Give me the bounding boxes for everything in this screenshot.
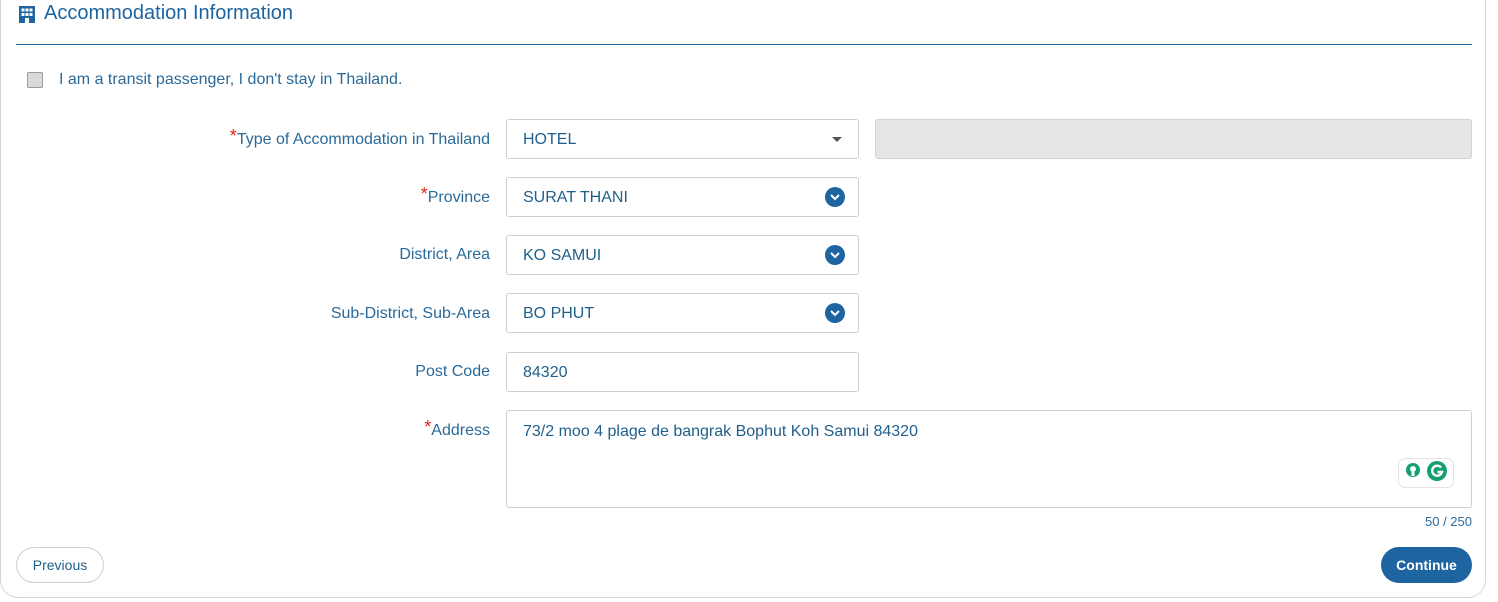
postcode-label: Post Code — [415, 363, 490, 381]
label-text: Type of Accommodation in Thailand — [236, 131, 490, 148]
label-text: Address — [431, 422, 490, 439]
subdistrict-value: BO PHUT — [523, 305, 595, 322]
required-marker: * — [420, 184, 428, 204]
required-marker: * — [229, 126, 237, 146]
district-label: District, Area — [399, 246, 490, 264]
province-label: *Province — [421, 184, 490, 207]
label-text: Province — [427, 189, 490, 206]
address-textarea[interactable]: 73/2 moo 4 plage de bangrak Bophut Koh S… — [506, 410, 1472, 508]
previous-button[interactable]: Previous — [16, 547, 104, 583]
address-value: 73/2 moo 4 plage de bangrak Bophut Koh S… — [523, 423, 918, 440]
transit-checkbox[interactable] — [27, 72, 43, 88]
accommodation-detail-disabled — [875, 119, 1472, 159]
building-icon — [18, 5, 36, 23]
lightbulb-icon[interactable] — [1404, 462, 1422, 485]
subdistrict-select[interactable]: BO PHUT — [506, 293, 859, 333]
section-header: Accommodation Information — [18, 2, 293, 25]
chevron-down-icon[interactable] — [825, 245, 845, 265]
accommodation-type-label: *Type of Accommodation in Thailand — [230, 126, 490, 149]
accommodation-type-select[interactable]: HOTEL — [506, 119, 859, 159]
chevron-down-icon[interactable] — [825, 303, 845, 323]
transit-option[interactable]: I am a transit passenger, I don't stay i… — [27, 71, 402, 89]
section-title: Accommodation Information — [44, 2, 294, 24]
postcode-input[interactable]: 84320 — [506, 352, 859, 392]
transit-label: I am a transit passenger, I don't stay i… — [59, 71, 403, 88]
label-text: Post Code — [415, 363, 490, 380]
caret-down-icon[interactable] — [832, 136, 842, 142]
grammarly-widget[interactable] — [1399, 459, 1453, 487]
district-value: KO SAMUI — [523, 247, 602, 264]
chevron-down-icon[interactable] — [825, 187, 845, 207]
address-char-counter: 50 / 250 — [1425, 514, 1472, 529]
grammarly-icon[interactable] — [1426, 460, 1448, 487]
section-divider — [16, 44, 1472, 45]
label-text: Sub-District, Sub-Area — [330, 305, 490, 322]
label-text: District, Area — [399, 246, 490, 263]
subdistrict-label: Sub-District, Sub-Area — [331, 305, 490, 323]
postcode-value: 84320 — [523, 364, 568, 381]
accommodation-type-value: HOTEL — [523, 131, 577, 148]
province-value: SURAT THANI — [523, 189, 628, 206]
province-select[interactable]: SURAT THANI — [506, 177, 859, 217]
address-label: *Address — [424, 417, 490, 440]
continue-button[interactable]: Continue — [1381, 547, 1472, 583]
district-select[interactable]: KO SAMUI — [506, 235, 859, 275]
